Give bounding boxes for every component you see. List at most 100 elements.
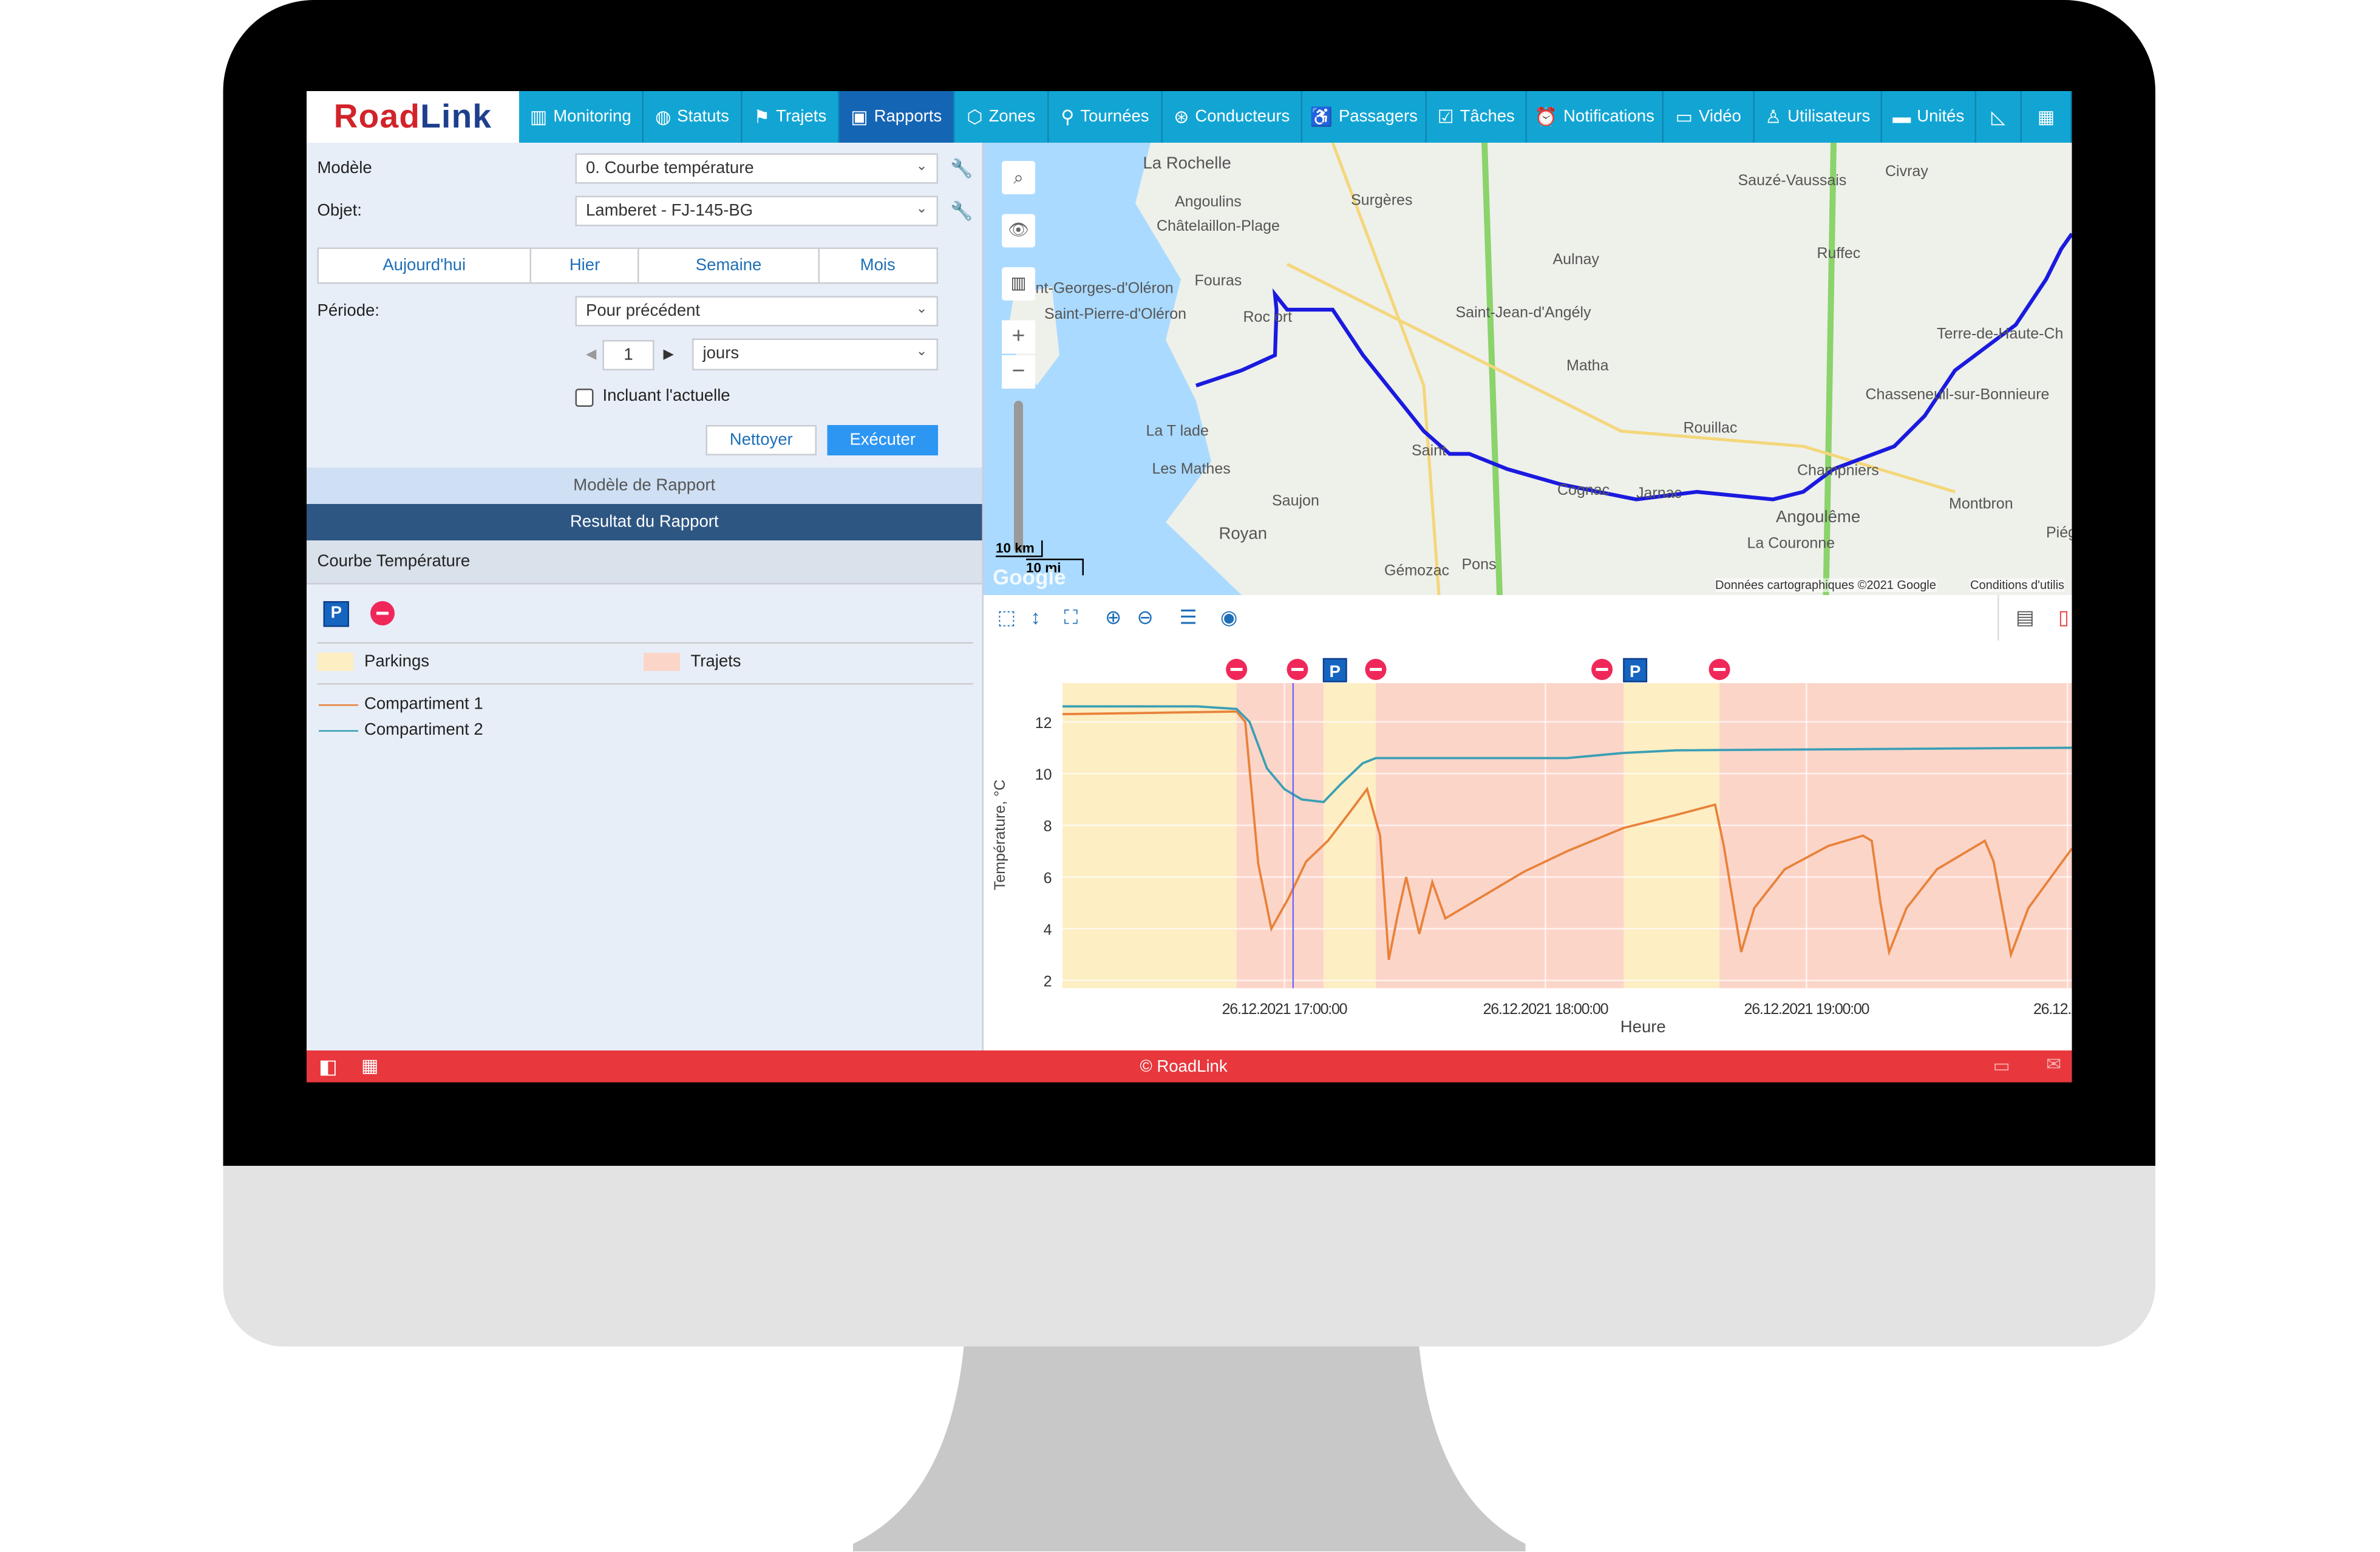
chart-toolbar: ⬚ ↕ ⛶ ⊕ ⊖ ☰ ◉ ▤ ▯ — [984, 595, 2072, 642]
series2-swatch — [319, 730, 358, 732]
map-place-label: Surgères — [1351, 192, 1413, 210]
nav-item-tâches[interactable]: ☑ Tâches — [1427, 91, 1527, 143]
temperature-chart: 2 4 6 8 10 12 26.12.2021 17:00:00 26.12.2021 18… — [984, 641, 2072, 1050]
nav-label: Zones — [988, 107, 1036, 126]
list-icon[interactable]: ☰ — [1180, 606, 1197, 630]
increment-arrow-icon[interactable]: ▶ — [664, 346, 674, 363]
chart-svg: 2 4 6 8 10 12 26.12.2021 17:00:00 26.12.2021 18… — [991, 658, 2072, 1036]
map-place-label: Angoulême — [1776, 508, 1861, 527]
modele-select[interactable]: 0. Courbe température ⌄ — [575, 153, 938, 184]
nav-label: Monitoring — [553, 107, 631, 126]
nav-item-passagers[interactable]: ♿ Passagers — [1302, 91, 1427, 143]
user-icon: ♙ — [1765, 106, 1782, 128]
y-tick-label: 8 — [1044, 818, 1052, 835]
map-view[interactable]: La Rochelle Angoulins Châtelaillon-Plage Su… — [984, 143, 2072, 595]
monitor-stand — [853, 1346, 1526, 1551]
nav-item-ruler-triangle-icon[interactable]: ◺ — [1976, 91, 2022, 143]
passenger-icon: ♿ — [1310, 106, 1333, 128]
nav-item-tournées[interactable]: ⚲ Tournées — [1049, 91, 1163, 143]
panel-toggle-icon[interactable]: ◧ — [319, 1055, 338, 1080]
zoom-in-icon[interactable]: ⊕ — [1105, 606, 1121, 630]
report-icon: ▣ — [851, 106, 868, 128]
map-search-icon[interactable]: ⌕ — [1002, 161, 1035, 194]
x-tick-label: 26.12.2021 — [2033, 1001, 2072, 1018]
zoom-in-button[interactable]: + — [1002, 320, 1035, 354]
report-title-bar: Courbe Température — [307, 540, 982, 585]
zoom-out-button[interactable]: − — [1002, 355, 1035, 389]
chevron-down-icon: ⌄ — [916, 158, 928, 173]
map-place-label: Jarnac — [1636, 486, 1682, 503]
clear-button[interactable]: Nettoyer — [706, 425, 817, 455]
mail-icon[interactable]: ✉ — [2046, 1053, 2061, 1075]
pdf-icon[interactable]: ▯ — [2058, 606, 2069, 630]
document-icon[interactable]: ▤ — [2016, 606, 2035, 630]
nav-item-trajets[interactable]: ⚑ Trajets — [743, 91, 840, 143]
autoscale-icon[interactable]: ⛶ — [1064, 606, 1078, 630]
google-logo: Google — [993, 565, 1066, 589]
app-screen: Road Link ▥ Monitoring ◍ Statuts ⚑ Trajets ▣ Rap… — [307, 91, 2072, 1083]
nav-item-utilisateurs[interactable]: ♙ Utilisateurs — [1755, 91, 1882, 143]
nav-label: Passagers — [1338, 107, 1418, 126]
nav-item-grid-menu-icon[interactable]: ▦ — [2022, 91, 2072, 143]
map-place-label: Terre-de-Haute-Ch — [1937, 326, 2064, 344]
count-input[interactable]: 1 — [602, 340, 654, 370]
include-current-checkbox[interactable] — [575, 389, 594, 407]
stop-marker-bar — [1230, 668, 1243, 671]
tab-month[interactable]: Mois — [819, 249, 937, 282]
route-line — [1195, 233, 2072, 502]
tab-yesterday[interactable]: Hier — [531, 249, 640, 282]
wrench-icon[interactable]: 🔧 — [950, 200, 973, 222]
map-place-label: Saujon — [1272, 493, 1319, 511]
scale-km: 10 km — [996, 540, 1042, 557]
map-place-label: Saint-Pierre-d'Oléron — [1044, 307, 1187, 324]
flag-icon: ⚑ — [753, 106, 770, 128]
parking-band — [1623, 683, 1720, 989]
nav-item-conducteurs[interactable]: ⊛ Conducteurs — [1163, 91, 1302, 143]
tab-today[interactable]: Aujourd'hui — [319, 249, 531, 282]
report-result-section[interactable]: Resultat du Rapport — [307, 504, 982, 540]
decrement-arrow-icon[interactable]: ◀ — [586, 346, 596, 363]
video-camera-icon: ▭ — [1675, 106, 1693, 128]
map-place-label: Montbron — [1949, 496, 2013, 514]
nav-item-statuts[interactable]: ◍ Statuts — [644, 91, 743, 143]
map-place-label: Fouras — [1194, 273, 1242, 290]
nav-item-monitoring[interactable]: ▥ Monitoring — [519, 91, 644, 143]
objet-select[interactable]: Lamberet - FJ-145-BG ⌄ — [575, 196, 938, 226]
wrench-icon[interactable]: 🔧 — [950, 158, 973, 179]
eye-icon[interactable]: 👁 — [1002, 214, 1035, 248]
nav-item-notifications[interactable]: ⏰ Notifications — [1527, 91, 1664, 143]
report-title: Courbe Température — [317, 553, 471, 571]
nav-item-vidéo[interactable]: ▭ Vidéo — [1664, 91, 1755, 143]
box-select-icon[interactable]: ⬚ — [998, 606, 1016, 630]
report-template-section[interactable]: Modèle de Rapport — [307, 468, 982, 504]
card-icon[interactable]: ▭ — [1993, 1055, 2010, 1077]
periode-select[interactable]: Pour précédent ⌄ — [575, 296, 938, 327]
trip-band — [1719, 683, 2072, 989]
parking-icon[interactable]: P — [323, 601, 349, 627]
camera-icon[interactable]: ◉ — [1220, 606, 1237, 630]
run-button[interactable]: Exécuter — [827, 425, 938, 455]
map-layers-icon[interactable]: ▥ — [1002, 267, 1035, 301]
include-current-label: Incluant l'actuelle — [602, 387, 730, 406]
nav-item-rapports[interactable]: ▣ Rapports — [839, 91, 955, 143]
unit-select[interactable]: jours ⌄ — [692, 338, 938, 370]
parking-marker-letter: P — [1630, 662, 1640, 681]
x-tick-label: 26.12.2021 18:00:00 — [1483, 1001, 1608, 1018]
polygon-icon: ⬡ — [967, 106, 983, 128]
grid-icon[interactable]: ▦ — [361, 1055, 378, 1077]
nav-item-zones[interactable]: ⬡ Zones — [955, 91, 1049, 143]
roadlink-logo[interactable]: Road Link — [307, 91, 519, 143]
no-entry-stop-icon[interactable] — [370, 601, 395, 625]
map-place-label: Angoulins — [1175, 194, 1242, 211]
zoom-slider[interactable] — [1014, 401, 1023, 553]
nav-item-unités[interactable]: ▬ Unités — [1882, 91, 1976, 143]
chevron-down-icon: ⌄ — [916, 343, 928, 358]
steering-wheel-icon: ⊛ — [1174, 106, 1189, 128]
zoom-out-icon[interactable]: ⊖ — [1137, 606, 1154, 630]
tab-week[interactable]: Semaine — [640, 249, 819, 282]
map-place-label: Pons — [1461, 557, 1497, 574]
axis-scale-icon[interactable]: ↕ — [1031, 606, 1041, 629]
nav-label: Vidéo — [1699, 107, 1741, 126]
map-terms-link[interactable]: Conditions d'utilis — [1970, 578, 2065, 592]
map-place-label: Les Mathes — [1152, 461, 1231, 478]
